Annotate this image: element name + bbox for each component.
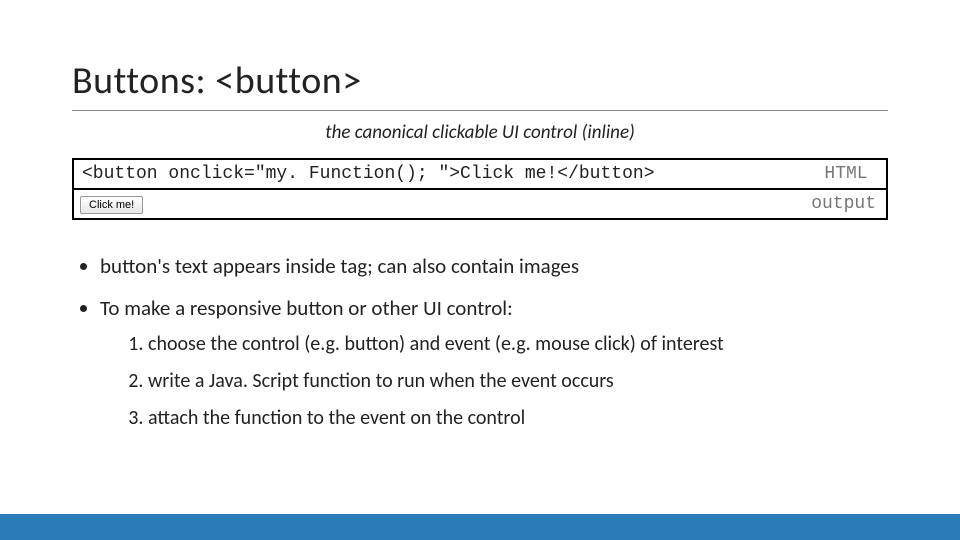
code-html-label: HTML [806,160,886,188]
slide-subtitle: the canonical clickable UI control (inli… [72,121,888,144]
list-item: button's text appears inside tag; can al… [100,252,888,280]
steps-list: choose the control (e.g. button) and eve… [100,331,888,432]
bullet-list: button's text appears inside tag; can al… [72,252,888,432]
list-item: write a Java. Script function to run whe… [148,368,888,395]
demo-click-button[interactable]: Click me! [80,196,143,214]
code-output-area: Click me! [74,191,801,217]
code-output-row: Click me! output [74,190,886,218]
bottom-accent-bar [0,514,960,540]
slide: Buttons: <button> the canonical clickabl… [0,0,960,540]
code-box: <button onclick="my. Function(); ">Click… [72,158,888,220]
code-html-row: <button onclick="my. Function(); ">Click… [74,160,886,190]
bullet-text: To make a responsive button or other UI … [100,295,513,321]
list-item: attach the function to the event on the … [148,405,888,432]
list-item: choose the control (e.g. button) and eve… [148,331,888,358]
code-output-label: output [801,190,886,218]
slide-title: Buttons: <button> [72,58,888,111]
code-html-line: <button onclick="my. Function(); ">Click… [74,160,806,188]
list-item: To make a responsive button or other UI … [100,294,888,431]
